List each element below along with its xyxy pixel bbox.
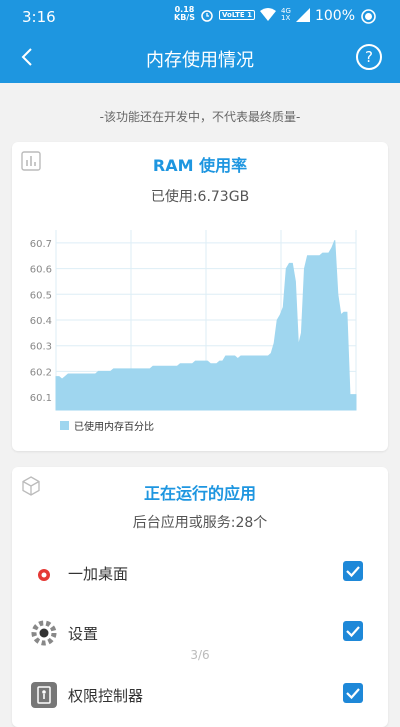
app-checkbox[interactable]	[343, 561, 363, 581]
battery-percent: 100%	[314, 8, 355, 24]
y-tick-label: 60.5	[30, 290, 52, 301]
wifi-icon	[260, 8, 277, 21]
help-icon[interactable]: ?	[356, 44, 382, 70]
page-title: 内存使用情况	[146, 50, 254, 71]
signal-icon	[295, 8, 310, 22]
status-bar: 3:16 0.18 KB/S VoLTE 1 4G 1X 100%	[0, 0, 400, 33]
app-bar: 内存使用情况 ?	[0, 33, 400, 83]
ram-card-title: RAM 使用率	[152, 156, 248, 175]
app-checkbox[interactable]	[343, 683, 363, 703]
network-type: 4G 1X	[281, 8, 291, 22]
y-tick-label: 60.2	[30, 367, 52, 378]
volte-badge: VoLTE 1	[219, 10, 256, 20]
ram-used-value: 已使用:6.73GB	[150, 189, 250, 205]
settings-gear-icon	[31, 620, 57, 646]
pager-indicator: 3/6	[190, 648, 210, 662]
ram-usage-chart: 60.1 60.2 60.3 60.4 60.5 60.6 60.7 已使用内存百分比	[30, 230, 357, 433]
y-tick-label: 60.7	[30, 239, 52, 250]
legend-swatch	[60, 421, 69, 430]
network-speed-unit: KB/S	[174, 13, 195, 22]
battery-icon	[361, 8, 376, 24]
checkmark-icon	[346, 566, 360, 578]
app-name: 设置	[68, 625, 99, 643]
app-checkbox[interactable]	[343, 621, 363, 641]
app-name: 一加桌面	[68, 565, 129, 583]
status-icons: VoLTE 1 4G 1X	[200, 8, 310, 22]
app-row-launcher[interactable]: 一加桌面	[12, 550, 388, 596]
ram-usage-card: RAM 使用率 已使用:6.73GB 60.1 60.2 60.3 60.4 60.5 6…	[12, 142, 388, 451]
oneplus-launcher-icon	[32, 561, 56, 585]
alarm-icon	[201, 10, 213, 22]
network-speed: 0.18 KB/S	[174, 6, 195, 22]
dev-notice: -该功能还在开发中，不代表最终质量-	[99, 110, 301, 124]
app-name: 权限控制器	[68, 687, 144, 705]
app-row-permission[interactable]: 权限控制器	[12, 672, 388, 718]
status-time: 3:16	[22, 8, 56, 26]
y-tick-label: 60.6	[30, 265, 52, 276]
y-tick-label: 60.3	[30, 342, 52, 353]
battery-area: 100%	[315, 8, 376, 24]
running-apps-count: 后台应用或服务:28个	[132, 515, 268, 531]
permission-controller-icon	[31, 682, 57, 708]
sim-label: 1X	[281, 14, 291, 22]
checkmark-icon	[346, 626, 360, 638]
checkmark-icon	[346, 688, 360, 700]
y-tick-label: 60.4	[30, 316, 52, 327]
y-tick-label: 60.1	[30, 393, 52, 404]
running-apps-title: 正在运行的应用	[143, 484, 256, 503]
legend-label: 已使用内存百分比	[74, 420, 154, 433]
